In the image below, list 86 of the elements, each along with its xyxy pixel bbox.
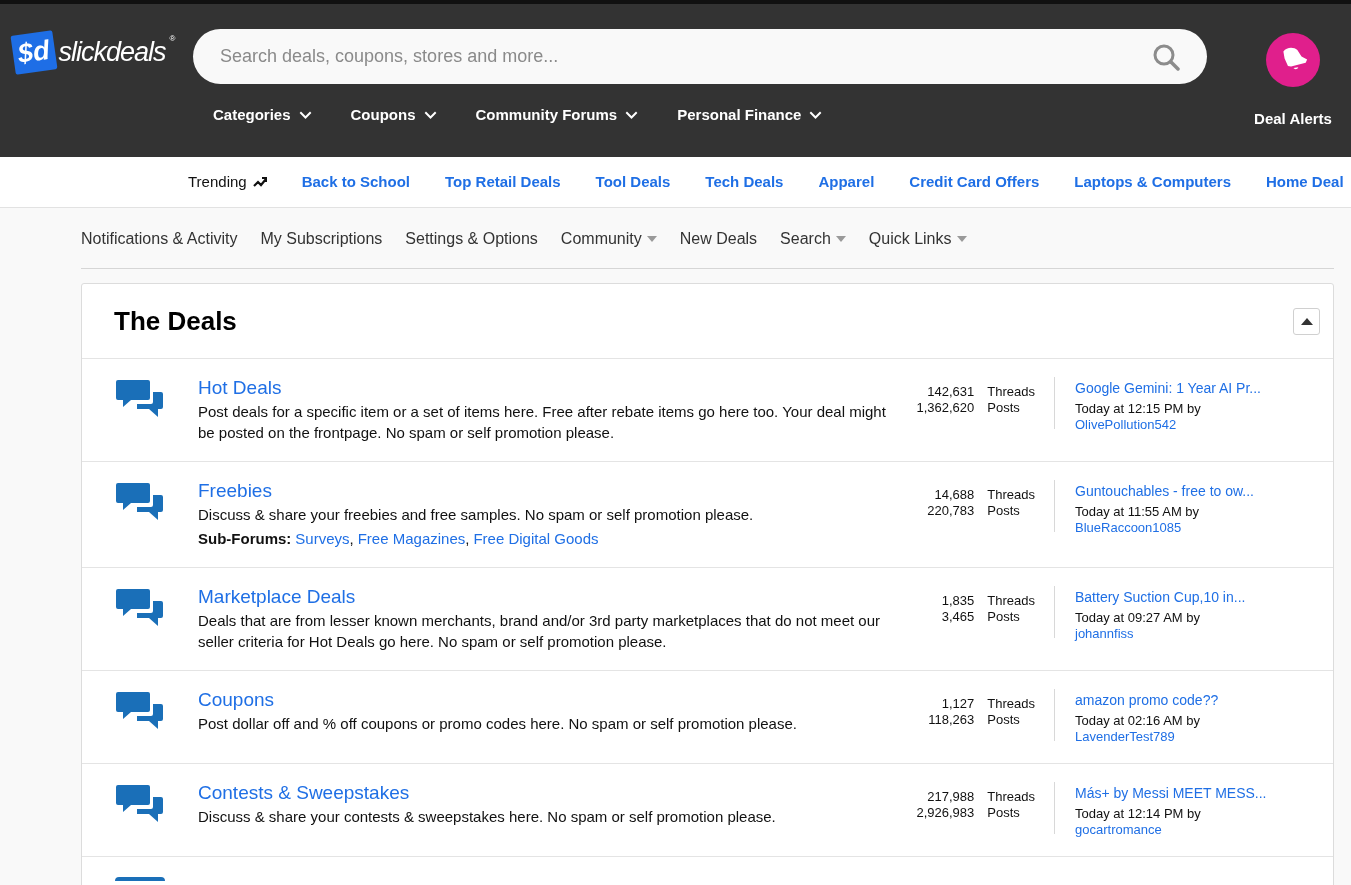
forum-description: Discuss & share your contests & sweepstakes here. No spam or self promotion please. [198, 807, 777, 827]
sub-nav-link[interactable]: My Subscriptions [260, 226, 383, 251]
threads-label: Threads [987, 487, 1035, 503]
forum-title-link[interactable]: Hot Deals [198, 377, 888, 399]
last-post-time: Today at 09:27 AM by [1075, 610, 1202, 626]
slickdeals-logo[interactable]: $d slickdeals® [13, 33, 176, 72]
last-post-link[interactable]: Guntouchables - free to ow... [1075, 482, 1254, 500]
threads-count: 14,688 [933, 487, 975, 503]
chevron-down-icon [298, 111, 312, 120]
sub-nav-link[interactable]: Quick Links [868, 226, 967, 251]
posts-count: 118,263 [928, 712, 975, 728]
sub-nav-link[interactable]: Notifications & Activity [81, 226, 238, 251]
sub-nav-link[interactable]: Community [560, 226, 657, 251]
trending-arrow-icon [252, 177, 267, 187]
posts-count: 3,465 [941, 609, 975, 625]
trending-link[interactable]: Apparel [818, 170, 875, 194]
separator-comma: , [349, 529, 354, 549]
chevron-down-icon [809, 111, 823, 120]
sub-forum-link[interactable]: Surveys [295, 528, 350, 549]
last-post-link[interactable]: Más+ by Messi MEET MESS... [1075, 784, 1267, 802]
nav-menu[interactable]: Personal Finance [677, 104, 823, 127]
threads-count: 217,988 [926, 789, 975, 805]
caret-down-icon [835, 235, 846, 242]
posts-count: 220,783 [927, 503, 975, 519]
threads-count: 1,127 [940, 696, 975, 712]
trending-link[interactable]: Home Deal [1266, 170, 1344, 194]
trending-link[interactable]: Tool Deals [595, 170, 671, 194]
sub-forums-label: Sub-Forums: [198, 529, 292, 549]
posts-label: Posts [987, 400, 1021, 416]
trending-label: Trending [188, 170, 267, 194]
section-title: The Deals [114, 304, 237, 338]
forum-description: Discuss & share your freebies and free samples. No spam or self promotion please. [198, 505, 755, 525]
user-link[interactable]: OlivePollution542 [1075, 417, 1261, 433]
threads-label: Threads [987, 696, 1035, 712]
threads-count: 142,631 [926, 384, 975, 400]
nav-menu[interactable]: Community Forums [475, 104, 639, 127]
trending-link[interactable]: Credit Card Offers [909, 170, 1040, 194]
posts-label: Posts [987, 712, 1021, 728]
forum-description: Post deals for a specific item or a set of items here. Free after rebate items go here too. Your deal might be posted on the frontpage. No spam or self promotion please. [198, 402, 887, 443]
threads-label: Threads [987, 384, 1035, 400]
posts-label: Posts [987, 503, 1021, 519]
chevron-down-icon [625, 111, 639, 120]
sub-nav-link[interactable]: New Deals [679, 226, 758, 251]
user-link[interactable]: gocartromance [1075, 822, 1267, 838]
search-icon[interactable] [1152, 43, 1180, 71]
threads-label: Threads [987, 593, 1035, 609]
collapse-button[interactable] [1293, 307, 1320, 335]
forum-title-link[interactable]: Marketplace Deals [198, 586, 888, 608]
user-link[interactable]: johannfiss [1075, 626, 1246, 642]
forum-title-link[interactable]: Coupons [198, 689, 888, 711]
deal-alerts-button[interactable]: Deal Alerts [1250, 32, 1336, 131]
forum-description: Deals that are from lesser known merchants, brand and/or 3rd party marketplaces that do not meet our seller criteria for Hot Deals go here. No spam or self promotion please. [198, 611, 881, 652]
trending-link[interactable]: Top Retail Deals [445, 170, 561, 194]
trending-link[interactable]: Tech Deals [705, 170, 784, 194]
sub-nav-link[interactable]: Search [780, 226, 846, 251]
chevron-down-icon [423, 111, 437, 120]
last-post-link[interactable]: Battery Suction Cup,10 in... [1075, 588, 1246, 606]
bell-icon [1265, 32, 1321, 88]
caret-up-icon [1300, 317, 1313, 325]
trending-link[interactable]: Back to School [301, 170, 410, 194]
trending-link[interactable]: Laptops & Computers [1074, 170, 1232, 194]
posts-count: 1,362,620 [916, 400, 975, 416]
user-link[interactable]: BlueRaccoon1085 [1075, 520, 1254, 536]
last-post-link[interactable]: Google Gemini: 1 Year AI Pr... [1075, 379, 1261, 397]
posts-label: Posts [987, 609, 1021, 625]
threads-label: Threads [987, 789, 1035, 805]
last-post-time: Today at 11:55 AM by [1075, 504, 1201, 520]
nav-menu[interactable]: Coupons [350, 104, 437, 127]
separator-comma: , [465, 529, 470, 549]
posts-label: Posts [987, 805, 1021, 821]
forum-title-link[interactable]: Contests & Sweepstakes [198, 782, 888, 804]
nav-menu[interactable]: Categories [213, 104, 312, 127]
user-link[interactable]: LavenderTest789 [1075, 729, 1219, 745]
last-post-link[interactable]: amazon promo code?? [1075, 691, 1219, 709]
sub-forum-link[interactable]: Free Digital Goods [473, 528, 599, 549]
posts-count: 2,926,983 [916, 805, 975, 821]
threads-count: 1,835 [941, 593, 975, 609]
forum-title-link[interactable]: Freebies [198, 480, 888, 502]
caret-down-icon [646, 235, 657, 242]
caret-down-icon [956, 235, 967, 242]
last-post-time: Today at 12:14 PM by [1075, 806, 1202, 822]
last-post-time: Today at 12:15 PM by [1075, 401, 1202, 417]
sub-nav-link[interactable]: Settings & Options [405, 226, 538, 251]
last-post-time: Today at 02:16 AM by [1075, 713, 1202, 729]
forum-description: Post dollar off and % off coupons or promo codes here. No spam or self promotion please. [198, 714, 798, 734]
search-field[interactable]: Search deals, coupons, stores and more... [193, 29, 1207, 84]
